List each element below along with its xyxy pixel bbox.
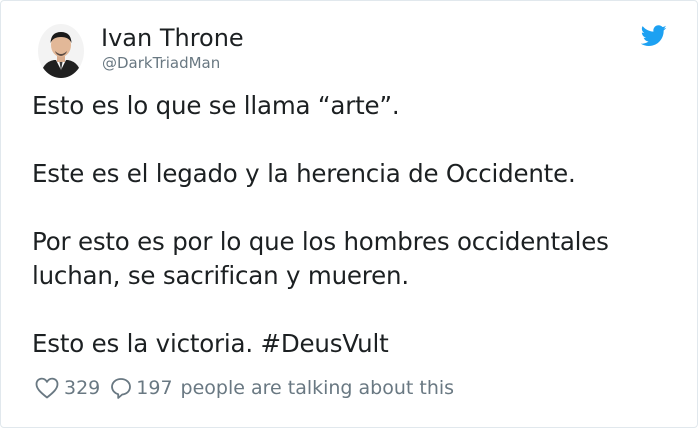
tweet-line: luchan, se sacrifican y mueren. <box>32 261 409 290</box>
tweet-text: Esto es lo que se llama “arte”. Este es … <box>32 89 672 361</box>
author-name[interactable]: Ivan Throne <box>101 24 244 52</box>
avatar[interactable] <box>38 24 84 78</box>
tweet-actions: 329 197 people are talking about this <box>35 375 454 401</box>
twitter-bird-icon[interactable] <box>641 25 667 47</box>
tweet-line: Este es el legado y la herencia de Occid… <box>32 159 576 188</box>
like-button[interactable]: 329 <box>35 377 100 399</box>
reply-button[interactable]: 197 <box>100 377 173 399</box>
avatar-portrait <box>38 24 84 78</box>
talking-about-link[interactable]: people are talking about this <box>181 377 455 399</box>
tweet-card: Ivan Throne @DarkTriadMan Esto es lo que… <box>0 0 698 428</box>
heart-icon <box>35 377 59 399</box>
speech-bubble-icon <box>111 378 132 399</box>
tweet-line: Esto es lo que se llama “arte”. <box>32 91 400 120</box>
like-count: 329 <box>64 377 101 399</box>
tweet-line: Por esto es por lo que los hombres occid… <box>32 227 609 256</box>
reply-count: 197 <box>136 377 173 399</box>
author-handle[interactable]: @DarkTriadMan <box>102 54 220 72</box>
tweet-line: Esto es la victoria. #DeusVult <box>32 329 389 358</box>
